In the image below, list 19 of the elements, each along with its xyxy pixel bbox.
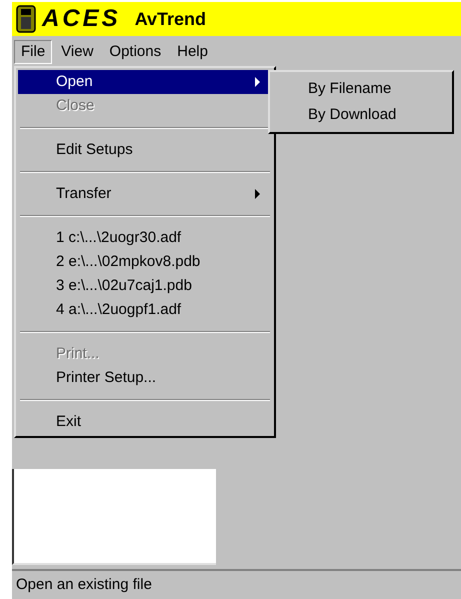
menu-item[interactable]: Printer Setup...	[18, 366, 272, 390]
menu-item[interactable]: Transfer	[18, 182, 272, 206]
menu-bar-item[interactable]: Options	[102, 40, 168, 64]
menu-bar-item[interactable]: Help	[170, 40, 215, 64]
menu-bar-item[interactable]: View	[54, 40, 100, 64]
app-logo: ACES	[42, 7, 121, 31]
menu-item[interactable]: 4 a:\...\2uogpf1.adf	[18, 298, 272, 322]
submenu-arrow-icon	[255, 189, 260, 199]
menu-item[interactable]: Exit	[18, 410, 272, 434]
menu-bar-item[interactable]: File	[14, 40, 52, 64]
menu-item[interactable]: 3 e:\...\02u7caj1.pdb	[18, 274, 272, 298]
menu-item[interactable]: Edit Setups	[18, 138, 272, 162]
menu-item[interactable]: 1 c:\...\2uogr30.adf	[18, 226, 272, 250]
menu-item[interactable]: 2 e:\...\02mpkov8.pdb	[18, 250, 272, 274]
submenu-item[interactable]: By Download	[270, 102, 452, 128]
submenu-arrow-icon	[255, 77, 260, 87]
status-bar: Open an existing file	[12, 569, 461, 599]
window-title: AvTrend	[134, 8, 206, 30]
submenu-item[interactable]: By Filename	[270, 76, 452, 102]
